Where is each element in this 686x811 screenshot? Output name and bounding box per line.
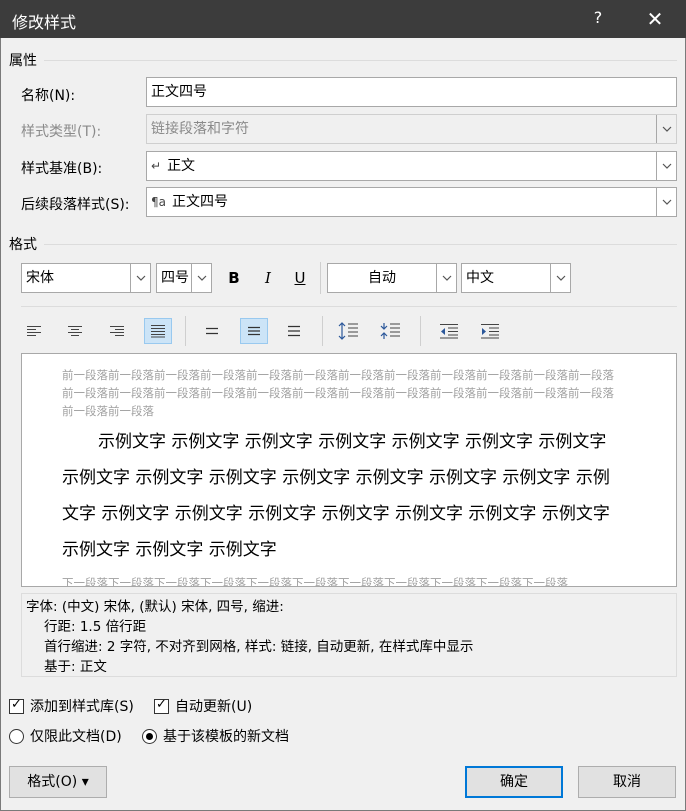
underline-button[interactable]: U — [288, 266, 312, 290]
checkbox-icon[interactable]: ✓ — [154, 696, 169, 714]
ok-button[interactable]: 确定 — [465, 766, 563, 798]
toolbar-separator — [420, 316, 421, 346]
italic-button[interactable]: I — [256, 266, 280, 290]
justify-icon — [151, 325, 165, 338]
chevron-down-icon[interactable] — [130, 264, 150, 292]
based-on-select[interactable]: ↵ 正文 — [146, 151, 677, 181]
radio-icon[interactable] — [9, 728, 24, 744]
font-size-select[interactable]: 四号 — [156, 263, 212, 293]
title-bar: 修改样式 ? ✕ — [0, 0, 686, 38]
toolbar-separator — [185, 316, 186, 346]
chevron-down-icon[interactable] — [656, 188, 676, 216]
checkmark-icon: ✓ — [11, 696, 22, 712]
style-type-label: 样式类型(T): — [21, 124, 102, 140]
preview-pane: 前一段落前一段落前一段落前一段落前一段落前一段落前一段落前一段落前一段落前一段落… — [21, 353, 677, 587]
decrease-indent-button[interactable] — [435, 318, 463, 344]
style-type-select: 链接段落和字符 — [146, 114, 677, 144]
align-left-button[interactable] — [20, 318, 48, 344]
linked-style-icon: ¶a — [151, 195, 166, 209]
based-on-value: 正文 — [167, 158, 196, 174]
radio-selected-icon — [146, 732, 153, 740]
new-documents-radio[interactable]: 基于该模板的新文档 — [142, 726, 289, 746]
description-line: 首行缩进: 2 字符, 不对齐到网格, 样式: 链接, 自动更新, 在样式库中显… — [44, 639, 474, 655]
align-right-button[interactable] — [103, 318, 131, 344]
add-to-gallery-label: 添加到样式库(S) — [30, 699, 134, 715]
increase-paragraph-spacing-button[interactable] — [334, 318, 362, 344]
only-this-document-radio[interactable]: 仅限此文档(D) — [9, 726, 122, 746]
script-value: 中文 — [466, 270, 494, 286]
style-type-value: 链接段落和字符 — [151, 121, 249, 137]
one-half-spacing-icon — [248, 326, 260, 336]
name-label: 名称(N): — [21, 88, 76, 104]
format-divider — [44, 244, 677, 245]
chevron-down-icon[interactable] — [656, 152, 676, 180]
close-button[interactable]: ✕ — [640, 5, 670, 33]
help-button[interactable]: ? — [588, 8, 608, 27]
align-center-button[interactable] — [61, 318, 89, 344]
dialog-title: 修改样式 — [12, 13, 77, 32]
decrease-indent-icon — [440, 324, 458, 339]
double-spacing-button[interactable] — [280, 318, 308, 344]
font-value: 宋体 — [26, 270, 54, 286]
increase-spacing-icon — [338, 322, 358, 340]
font-select[interactable]: 宋体 — [21, 263, 151, 293]
based-on-label: 样式基准(B): — [21, 161, 103, 177]
dropdown-arrow-icon: ▾ — [81, 774, 89, 790]
font-color-select[interactable]: 自动 — [327, 263, 457, 293]
style-description: 字体: (中文) 宋体, (默认) 宋体, 四号, 缩进: 行距: 1.5 倍行… — [21, 593, 677, 677]
next-style-value: 正文四号 — [172, 194, 228, 210]
paragraph-return-icon: ↵ — [151, 159, 162, 173]
next-style-label: 后续段落样式(S): — [21, 197, 130, 213]
format-toolbar-divider — [21, 306, 677, 307]
toolbar-separator — [322, 316, 323, 346]
align-right-icon — [110, 326, 124, 336]
justify-button[interactable] — [144, 318, 172, 344]
font-color-value: 自动 — [368, 270, 396, 286]
font-size-value: 四号 — [161, 270, 189, 286]
increase-indent-button[interactable] — [476, 318, 504, 344]
cancel-button[interactable]: 取消 — [578, 766, 676, 798]
align-left-icon — [27, 326, 41, 336]
preview-sample-text: 示例文字 示例文字 示例文字 示例文字 示例文字 示例文字 示例文字 示例文字 … — [62, 432, 610, 560]
radio-icon[interactable] — [142, 728, 157, 744]
description-line: 基于: 正文 — [44, 659, 107, 675]
checkmark-icon: ✓ — [156, 696, 167, 712]
properties-section-label: 属性 — [9, 53, 37, 69]
only-this-document-label: 仅限此文档(D) — [30, 729, 122, 745]
increase-indent-icon — [481, 324, 499, 339]
align-center-icon — [68, 326, 82, 336]
auto-update-label: 自动更新(U) — [175, 699, 253, 715]
chevron-down-icon — [656, 115, 676, 143]
preview-previous-paragraph: 前一段落前一段落前一段落前一段落前一段落前一段落前一段落前一段落前一段落前一段落… — [62, 368, 614, 418]
decrease-spacing-icon — [380, 323, 400, 339]
chevron-down-icon[interactable] — [436, 264, 456, 292]
format-section-label: 格式 — [9, 237, 37, 253]
format-button-label: 格式(O) — [27, 774, 78, 790]
chevron-down-icon[interactable] — [550, 264, 570, 292]
preview-next-paragraph: 下一段落下一段落下一段落下一段落下一段落下一段落下一段落下一段落下一段落下一段落… — [62, 576, 568, 587]
format-menu-button[interactable]: 格式(O) ▾ — [9, 766, 107, 798]
toolbar-separator — [320, 262, 321, 294]
name-input[interactable]: 正文四号 — [146, 77, 677, 107]
single-spacing-icon — [206, 327, 218, 335]
description-line: 字体: (中文) 宋体, (默认) 宋体, 四号, 缩进: — [26, 599, 284, 615]
bold-button[interactable]: B — [222, 266, 246, 290]
new-documents-label: 基于该模板的新文档 — [163, 729, 289, 745]
next-style-select[interactable]: ¶a 正文四号 — [146, 187, 677, 217]
checkbox-icon[interactable]: ✓ — [9, 696, 24, 714]
script-select[interactable]: 中文 — [461, 263, 571, 293]
single-spacing-button[interactable] — [198, 318, 226, 344]
properties-divider — [44, 60, 677, 61]
add-to-gallery-checkbox[interactable]: ✓ 添加到样式库(S) — [9, 696, 134, 716]
decrease-paragraph-spacing-button[interactable] — [376, 318, 404, 344]
double-spacing-icon — [288, 325, 300, 337]
one-half-spacing-button[interactable] — [240, 318, 268, 344]
chevron-down-icon[interactable] — [191, 264, 211, 292]
auto-update-checkbox[interactable]: ✓ 自动更新(U) — [154, 696, 252, 716]
description-line: 行距: 1.5 倍行距 — [44, 619, 147, 635]
